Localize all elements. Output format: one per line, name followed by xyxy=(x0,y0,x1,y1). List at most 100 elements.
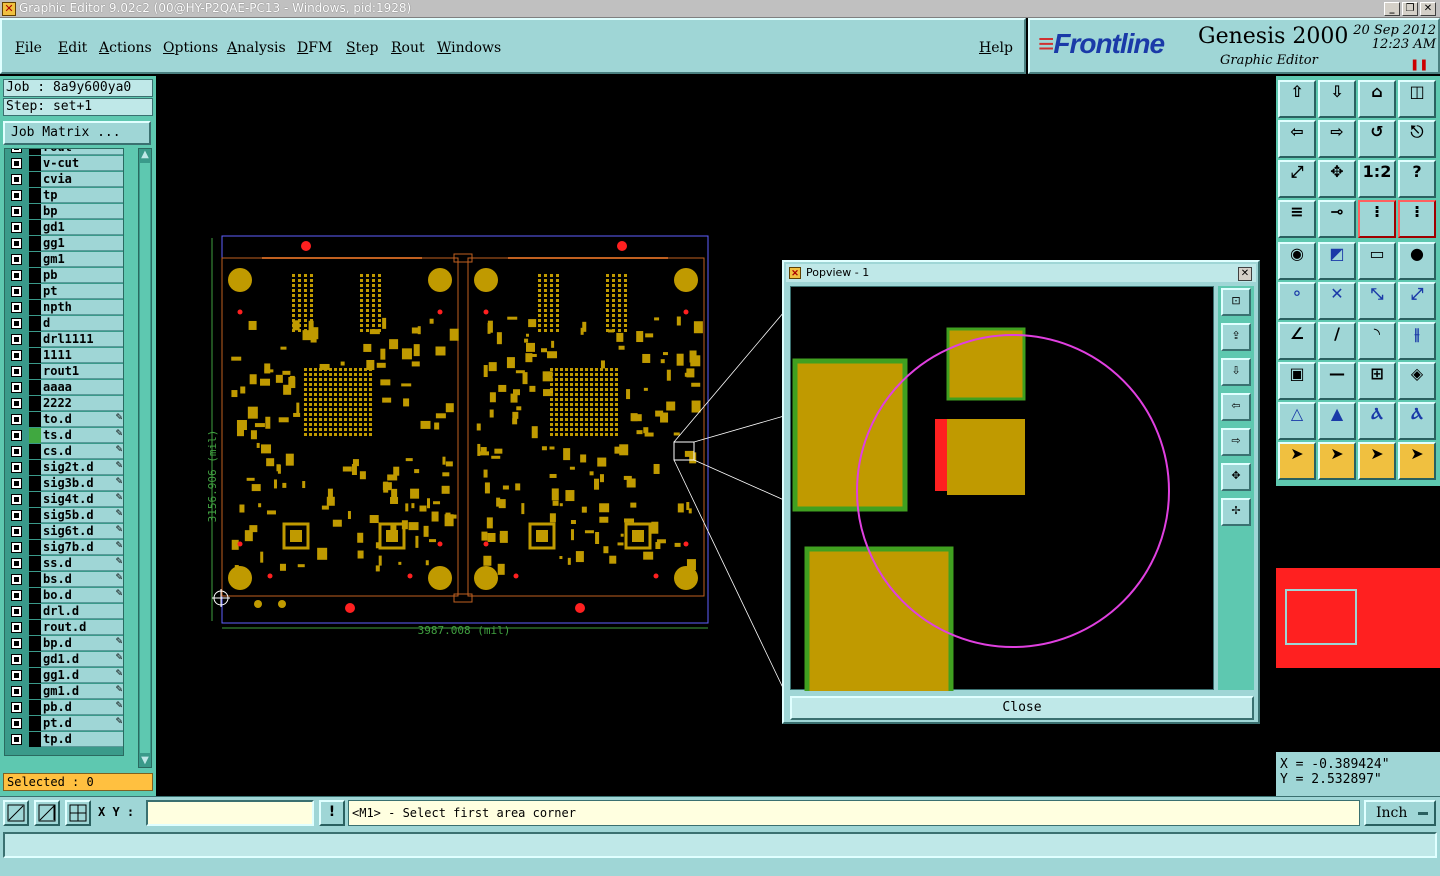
pause-icon[interactable]: ❚❚ xyxy=(1410,58,1428,71)
layer-checkbox[interactable] xyxy=(11,366,22,377)
layer-name[interactable]: 2222 xyxy=(41,396,123,411)
open-icon[interactable]: ⇩ xyxy=(1318,80,1356,118)
net-icon[interactable]: ⊸ xyxy=(1318,200,1356,238)
line-icon[interactable]: / xyxy=(1318,322,1356,360)
layer-name[interactable]: ss.d ✎ xyxy=(41,556,123,571)
close-window-button[interactable]: ✕ xyxy=(1420,2,1436,16)
popview-close-icon[interactable]: ✕ xyxy=(1238,267,1252,281)
pv-pan-right-icon[interactable]: ⇨ xyxy=(1221,428,1251,456)
triangle-edit-icon[interactable]: △ xyxy=(1278,402,1316,440)
layer-name[interactable]: 1111 xyxy=(41,348,123,363)
layer-row[interactable]: gm1.d ✎ xyxy=(5,684,123,699)
triangle-b-icon[interactable]: Ⲁ xyxy=(1398,402,1436,440)
layer-row[interactable]: pt.d ✎ xyxy=(5,716,123,731)
layer-color-swatch[interactable] xyxy=(29,572,41,587)
layer-name[interactable]: bs.d ✎ xyxy=(41,572,123,587)
pv-zoom-area-icon[interactable]: ⊡ xyxy=(1221,288,1251,316)
layer-color-swatch[interactable] xyxy=(29,364,41,379)
menu-analysis[interactable]: Analysis xyxy=(227,40,286,56)
layer-checkbox[interactable] xyxy=(11,238,22,249)
layer-name[interactable]: drl1111 xyxy=(41,332,123,347)
fit-icon[interactable]: ⤢ xyxy=(1278,160,1316,198)
layer-row[interactable]: pt xyxy=(5,284,123,299)
layer-name[interactable]: sig4t.d ✎ xyxy=(41,492,123,507)
layer-name[interactable]: pb xyxy=(41,268,123,283)
layer-name[interactable]: gd1.d ✎ xyxy=(41,652,123,667)
scale-1-2-icon[interactable]: 1:2 xyxy=(1358,160,1396,198)
pv-zoom-in-icon[interactable]: ⇪ xyxy=(1221,323,1251,351)
layer-name[interactable]: aaaa xyxy=(41,380,123,395)
layer-row[interactable]: sig3b.d ✎ xyxy=(5,476,123,491)
layer-color-swatch[interactable] xyxy=(29,412,41,427)
layer-color-swatch[interactable] xyxy=(29,348,41,363)
layer-row[interactable]: 1111 xyxy=(5,348,123,363)
layer-red2-icon[interactable]: ⁝ xyxy=(1398,200,1436,238)
layer-row[interactable]: npth xyxy=(5,300,123,315)
layer-row[interactable]: bp xyxy=(5,204,123,219)
layer-row[interactable]: rout xyxy=(5,149,123,155)
layer-color-swatch[interactable] xyxy=(29,252,41,267)
layer-scrollbar[interactable]: ▲ ▼ xyxy=(138,148,152,768)
circle-icon[interactable]: ● xyxy=(1398,242,1436,280)
layer-checkbox[interactable] xyxy=(11,414,22,425)
layer-color-swatch[interactable] xyxy=(29,396,41,411)
layer-name[interactable]: tp.d xyxy=(41,732,123,747)
layer-row[interactable]: tp xyxy=(5,188,123,203)
grid-mode-icon[interactable] xyxy=(65,800,91,826)
layer-checkbox[interactable] xyxy=(11,350,22,361)
menu-actions[interactable]: Actions xyxy=(99,40,152,56)
layer-row[interactable]: sig6t.d ✎ xyxy=(5,524,123,539)
layer-name[interactable]: gm1 xyxy=(41,252,123,267)
layer-checkbox[interactable] xyxy=(11,574,22,585)
layer-row[interactable]: ts.d ✎ xyxy=(5,428,123,443)
layer-name[interactable]: sig2t.d ✎ xyxy=(41,460,123,475)
layer-name[interactable]: gg1.d ✎ xyxy=(41,668,123,683)
job-matrix-button[interactable]: Job Matrix ... xyxy=(3,121,151,145)
layer-checkbox[interactable] xyxy=(11,622,22,633)
layer-checkbox[interactable] xyxy=(11,430,22,441)
layer-row[interactable]: cs.d ✎ xyxy=(5,444,123,459)
layer-checkbox[interactable] xyxy=(11,206,22,217)
layer-name[interactable]: npth xyxy=(41,300,123,315)
layer-row[interactable]: rout.d xyxy=(5,620,123,635)
layer-row[interactable]: aaaa xyxy=(5,380,123,395)
overview-map[interactable] xyxy=(1276,486,1440,750)
menu-step[interactable]: Step xyxy=(346,40,378,56)
layer-color-swatch[interactable] xyxy=(29,380,41,395)
arc-icon[interactable]: ◝ xyxy=(1358,322,1396,360)
draw-line-icon[interactable]: ◩ xyxy=(1318,242,1356,280)
layer-row[interactable]: gd1 xyxy=(5,220,123,235)
layer-color-swatch[interactable] xyxy=(29,540,41,555)
snap-feature-icon[interactable]: ▣ xyxy=(1278,362,1316,400)
layer-name[interactable]: to.d ✎ xyxy=(41,412,123,427)
layer-row[interactable]: v-cut xyxy=(5,156,123,171)
layer-name[interactable]: ts.d ✎ xyxy=(41,428,123,443)
angle-mode-icon[interactable] xyxy=(34,800,60,826)
layer-checkbox[interactable] xyxy=(11,318,22,329)
layer-name[interactable]: bp.d ✎ xyxy=(41,636,123,651)
layer-row[interactable]: d xyxy=(5,316,123,331)
scroll-down-icon[interactable]: ▼ xyxy=(139,755,151,767)
layer-checkbox[interactable] xyxy=(11,478,22,489)
command-input[interactable] xyxy=(3,832,1437,858)
restore-button[interactable]: ❐ xyxy=(1402,2,1418,16)
pan-left-icon[interactable]: ⇦ xyxy=(1278,120,1316,158)
layer-name[interactable]: sig3b.d ✎ xyxy=(41,476,123,491)
layer-checkbox[interactable] xyxy=(11,158,22,169)
redraw-icon[interactable]: ⎋ xyxy=(1398,120,1436,158)
layer-color-swatch[interactable] xyxy=(29,220,41,235)
layer-name[interactable]: rout.d xyxy=(41,620,123,635)
layer-color-swatch[interactable] xyxy=(29,284,41,299)
layer-row[interactable]: gg1.d ✎ xyxy=(5,668,123,683)
layer-name[interactable]: gd1 xyxy=(41,220,123,235)
layer-row[interactable]: bp.d ✎ xyxy=(5,636,123,651)
layer-color-swatch[interactable] xyxy=(29,316,41,331)
layer-checkbox[interactable] xyxy=(11,670,22,681)
layer-checkbox[interactable] xyxy=(11,510,22,521)
popview-title-bar[interactable]: ✕ Popview - 1 ✕ xyxy=(786,264,1256,282)
pv-pan-left-icon[interactable]: ⇦ xyxy=(1221,393,1251,421)
layer-color-swatch[interactable] xyxy=(29,652,41,667)
layer-color-swatch[interactable] xyxy=(29,188,41,203)
layer-checkbox[interactable] xyxy=(11,286,22,297)
layer-row[interactable]: to.d ✎ xyxy=(5,412,123,427)
